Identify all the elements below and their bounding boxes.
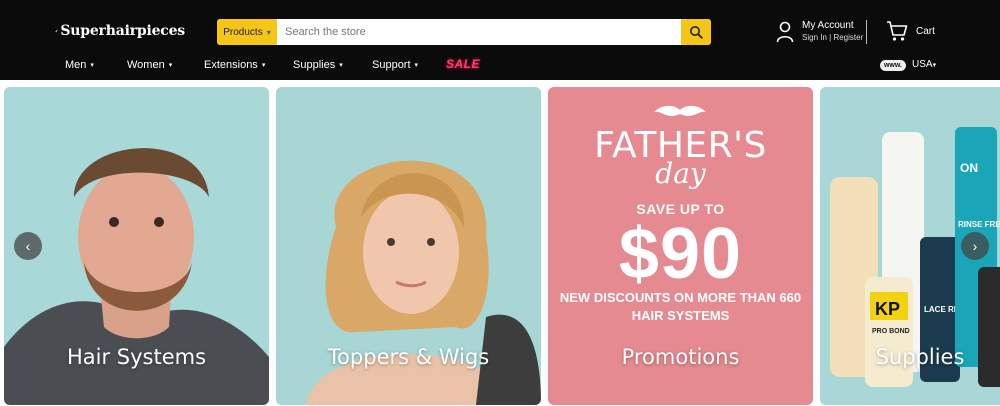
region-label: USA — [912, 59, 933, 70]
nav-item-label: Men — [65, 59, 87, 71]
bottle-label-rinse-free: RINSE FREE — [958, 220, 1000, 229]
chevron-right-icon: › — [972, 238, 978, 254]
promo-note: NEW DISCOUNTS ON MORE THAN 660 HAIR SYST… — [559, 290, 802, 323]
category-card-label: Supplies — [875, 345, 965, 369]
nav-item-label: Women — [127, 59, 165, 71]
nav-item-label: Extensions — [204, 59, 258, 71]
bottle-label-kp: KP — [875, 299, 900, 319]
language-badge: www. — [880, 60, 906, 71]
sign-in-link[interactable]: Sign In — [802, 33, 827, 42]
chevron-down-icon: ▾ — [932, 62, 937, 69]
cart-button[interactable]: Cart — [886, 20, 935, 42]
register-link[interactable]: Register — [833, 33, 863, 42]
main-nav: Men ▾ Women ▾ Extensions ▾ Supplies ▾ Su… — [0, 56, 1000, 76]
nav-item-support[interactable]: Support ▾ — [372, 59, 418, 71]
nav-item-women[interactable]: Women ▾ — [127, 59, 172, 71]
carousel-prev-button[interactable]: ‹ — [14, 232, 42, 260]
search-category-label: Products — [223, 26, 263, 38]
nav-item-label: Support — [372, 59, 411, 71]
category-card-hair-systems[interactable]: Hair Systems — [4, 87, 269, 405]
chevron-down-icon: ▾ — [414, 62, 419, 69]
nav-item-sale[interactable]: SALE — [446, 57, 480, 71]
category-card-label: Toppers & Wigs — [327, 345, 490, 369]
promo-script: day — [655, 157, 706, 190]
bottle-label-on: ON — [960, 161, 978, 175]
account-menu[interactable]: My Account Sign In | Register — [776, 20, 863, 44]
nav-item-supplies[interactable]: Supplies ▾ — [293, 59, 343, 71]
chevron-down-icon: ▾ — [339, 62, 343, 69]
category-card-label: Promotions — [621, 345, 740, 369]
user-icon — [776, 21, 794, 43]
category-carousel: Hair Systems Toppers & Wigs FATHER'S day… — [0, 86, 1000, 406]
chevron-down-icon: ▾ — [168, 62, 173, 69]
brand-name: Superhairpieces — [60, 23, 185, 39]
search-category-select[interactable]: Products ▾ — [217, 19, 277, 45]
nav-item-men[interactable]: Men ▾ — [65, 59, 94, 71]
logo-swoosh-icon — [55, 29, 59, 33]
category-card-toppers-wigs[interactable]: Toppers & Wigs — [276, 87, 541, 405]
chevron-down-icon: ▾ — [90, 62, 94, 69]
region-select[interactable]: USA▾ — [912, 59, 936, 70]
account-title: My Account — [802, 20, 854, 31]
nav-item-label: Supplies — [293, 59, 336, 71]
brand-logo[interactable]: Superhairpieces — [55, 18, 185, 44]
promo-amount: $90 — [618, 214, 743, 294]
account-link-separator: | — [829, 33, 832, 42]
category-card-label: Hair Systems — [66, 345, 207, 369]
chevron-left-icon: ‹ — [25, 238, 31, 254]
search-bar: Products ▾ — [217, 19, 711, 45]
bottle-label-pro-bond: PRO BOND — [872, 328, 910, 335]
account-links: Sign In | Register — [802, 32, 863, 44]
chevron-down-icon: ▾ — [261, 62, 266, 69]
mustache-icon — [654, 105, 706, 116]
search-icon — [690, 26, 703, 39]
header-divider — [866, 20, 867, 44]
search-input[interactable] — [277, 19, 681, 45]
chevron-down-icon: ▾ — [266, 27, 271, 37]
cart-label: Cart — [916, 25, 935, 37]
nav-item-extensions[interactable]: Extensions ▾ — [204, 59, 265, 71]
carousel-next-button[interactable]: › — [961, 232, 989, 260]
site-header: Superhairpieces Products ▾ My Account Si… — [0, 0, 1000, 80]
search-button[interactable] — [681, 19, 711, 45]
cart-icon — [887, 21, 908, 41]
category-card-promotions[interactable]: FATHER'S day SAVE UP TO $90 NEW DISCOUNT… — [548, 87, 813, 405]
